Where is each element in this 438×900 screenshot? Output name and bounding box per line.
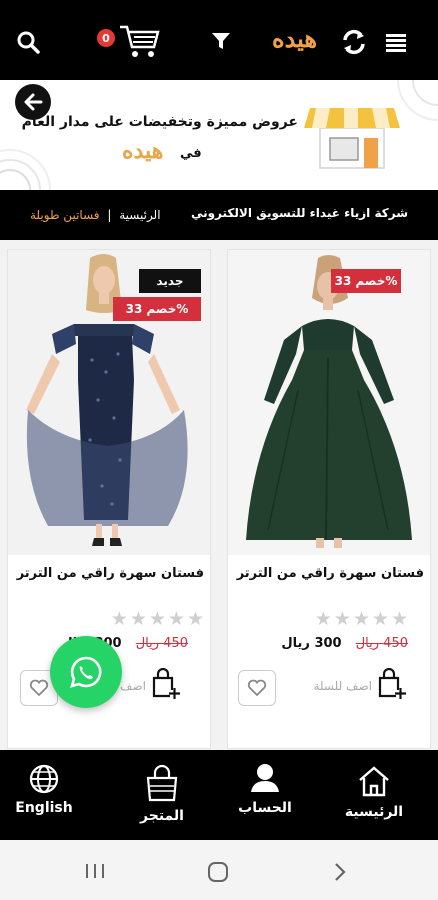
star-icon: ★ [167, 608, 185, 630]
menu-icon[interactable] [383, 30, 409, 56]
product-image[interactable] [8, 250, 210, 555]
add-to-cart-icon [150, 667, 180, 704]
current-price: 300 ريال [281, 636, 342, 651]
star-icon: ★ [333, 608, 351, 630]
star-icon: ★ [186, 608, 204, 630]
whatsapp-button[interactable] [50, 636, 122, 708]
nav-language[interactable]: English [4, 750, 84, 840]
product-name[interactable]: فستان سهرة راقي من الترتر [237, 566, 424, 581]
star-icon: ★ [148, 608, 166, 630]
banner-in-text: في [180, 146, 202, 161]
home-icon [359, 766, 389, 797]
globe-icon [29, 764, 59, 794]
company-name: شركة ازياء غيداء للتسويق الالكتروني [190, 206, 408, 220]
product-image[interactable] [228, 250, 430, 555]
breadcrumb-current: فساتين طويلة [30, 208, 100, 222]
old-price: 450 ريال [135, 636, 188, 651]
refresh-icon[interactable] [339, 27, 369, 57]
nav-account[interactable]: الحساب [225, 750, 305, 840]
nav-store-label: المتجر [140, 808, 184, 824]
banner-headline: عروض مميزة وتخفيضات على مدار العام [21, 114, 298, 130]
nav-home[interactable]: الرئيسية [334, 750, 414, 840]
breadcrumb-separator: | [107, 208, 112, 222]
brand-logo[interactable]: هيده [272, 24, 317, 53]
shop-icon [302, 102, 402, 176]
recent-apps-icon[interactable] [84, 862, 106, 884]
rating-stars: ★ ★ ★ ★ ★ [111, 610, 204, 629]
old-price: 450 ريال [355, 636, 408, 651]
home-button-icon[interactable] [207, 861, 229, 887]
nav-account-label: الحساب [238, 800, 292, 816]
cart-icon[interactable] [116, 22, 162, 60]
heart-icon [29, 679, 49, 697]
nav-language-label: English [15, 800, 73, 816]
decorative-circles [0, 149, 51, 190]
star-icon: ★ [371, 608, 389, 630]
star-icon: ★ [129, 608, 147, 630]
search-icon[interactable] [14, 28, 42, 56]
add-to-cart-icon [376, 667, 406, 704]
nav-home-label: الرئيسية [344, 804, 404, 820]
shopping-bag-icon [146, 764, 178, 802]
promo-banner: عروض مميزة وتخفيضات على مدار العام في هي… [0, 80, 438, 190]
breadcrumb-nav: الرئيسية | فساتين طويلة [30, 208, 161, 222]
product-name[interactable]: فستان سهرة راقي من الترتر [17, 566, 204, 581]
user-icon [251, 764, 279, 792]
price-row: 450 ريال 300 ريال [281, 636, 408, 651]
top-app-bar: 0 هيده [0, 0, 438, 80]
heart-icon [247, 679, 267, 697]
add-to-cart-label: اضف للسلة [313, 679, 373, 693]
star-icon: ★ [352, 608, 370, 630]
add-to-cart-button[interactable]: اضف للسلة [310, 667, 406, 704]
new-badge: جديد [139, 269, 201, 293]
back-arrow-icon[interactable] [332, 862, 348, 886]
wishlist-button[interactable] [238, 670, 276, 706]
banner-logo: هيده [122, 138, 164, 164]
breadcrumb-home-link[interactable]: الرئيسية [119, 208, 160, 222]
nav-store[interactable]: المتجر [122, 750, 202, 840]
discount-badge: خصم 33% [113, 297, 201, 321]
bottom-navigation: الرئيسية الحساب المتجر English [0, 750, 438, 840]
rating-stars: ★ ★ ★ ★ ★ [315, 610, 408, 629]
system-navigation-bar [0, 840, 438, 900]
product-card[interactable]: خصم 33% فستان سهرة راقي من الترتر ★ ★ ★ ★ ★ … [227, 249, 431, 749]
cart-count-badge: 0 [97, 29, 115, 47]
star-icon: ★ [314, 608, 332, 630]
breadcrumb: شركة ازياء غيداء للتسويق الالكتروني الرئ… [0, 190, 438, 240]
star-icon: ★ [390, 608, 408, 630]
whatsapp-icon [70, 656, 102, 688]
discount-badge: خصم 33% [331, 269, 401, 293]
filter-icon[interactable] [208, 28, 234, 54]
star-icon: ★ [110, 608, 128, 630]
